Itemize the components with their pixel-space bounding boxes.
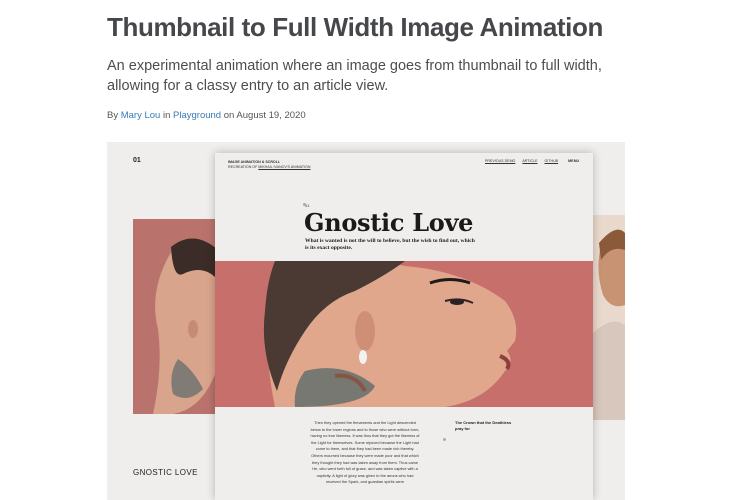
card-brand-subtitle: RECREATION OF MIKHAIL IVANOV'S ANIMATION [228,165,310,170]
card-nav: PREVIOUS DEMO ARTICLE GITHUB [485,159,558,163]
decorative-dot [303,203,306,206]
card-brand: IMAGE ANIMATION & SCROLL RECREATION OF M… [228,160,310,170]
decorative-dot [443,438,446,441]
portrait-illustration [133,219,217,414]
author-link[interactable]: Mary Lou [121,110,161,121]
byline-in: in [162,110,171,121]
slide-caption: GNOSTIC LOVE [133,468,198,477]
card-body-text: Then they opened the firmaments and the … [310,420,420,485]
byline-date: on August 19, 2020 [223,110,306,121]
category-link[interactable]: Playground [173,110,221,121]
demo-preview-image[interactable]: 01 GNOSTIC LOVE IMAGE ANIMATION & SCROLL… [107,142,625,500]
hero-image [215,261,593,407]
nav-github[interactable]: GITHUB [544,159,558,163]
card-quote: What is wanted is not the will to believ… [305,238,475,251]
thumbnail-photo-left [133,219,217,414]
nav-previous-demo[interactable]: PREVIOUS DEMO [485,159,515,163]
menu-button[interactable]: MENU [568,159,579,163]
thumbnail-photo-right [591,215,625,420]
byline-by: By [107,110,119,121]
card-aside-text: The Crown that the Deathless pray for [455,420,512,431]
card-brand-link[interactable]: MIKHAIL IVANOV'S ANIMATION [258,165,310,169]
hero-portrait-illustration [215,261,593,407]
article-title: Thumbnail to Full Width Image Animation [107,12,603,42]
card-title: Gnostic Love [304,208,474,237]
slide-number: 01 [133,157,141,164]
child-photo-illustration [591,215,625,420]
card-brand-prefix: RECREATION OF [228,165,258,169]
article-description: An experimental animation where an image… [107,58,602,94]
nav-article[interactable]: ARTICLE [522,159,537,163]
byline: By Mary Lou in Playground on August 19, … [107,110,306,121]
article-view-card: IMAGE ANIMATION & SCROLL RECREATION OF M… [215,153,593,500]
